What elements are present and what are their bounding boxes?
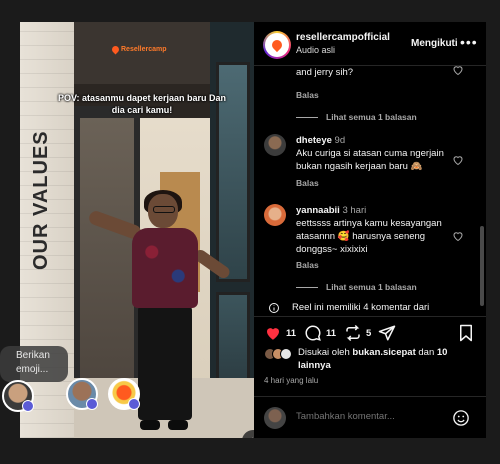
comment-text: Aku curiga si atasan cuma ngerjain bukan…: [296, 148, 444, 172]
liked-by-text: Disukai oleh bukan.sicepat dan 10 lainny…: [298, 346, 478, 372]
post-panel: resellercampofficial Audio asli Mengikut…: [254, 22, 486, 438]
view-replies-label: Lihat semua 1 balasan: [326, 282, 417, 292]
divider-line: [296, 116, 318, 118]
heart-filled-icon: [267, 328, 279, 340]
brand-flame-icon: [269, 37, 285, 53]
video-caption: POV: atasanmu dapet kerjaan baru Dan dia…: [57, 93, 227, 115]
add-comment-bar: [254, 396, 486, 438]
current-user-avatar: [264, 407, 286, 429]
repost-count: 5: [366, 327, 372, 339]
reaction-badge-icon: [22, 400, 34, 412]
reaction-badge-icon: [128, 398, 140, 410]
comment-body: dheteye 9d Aku curiga si atasan cuma nge…: [296, 134, 456, 173]
liked-by-connector: dan: [418, 347, 435, 358]
view-replies-label: Lihat semua 1 balasan: [326, 112, 417, 122]
account-avatar[interactable]: [263, 31, 291, 59]
liked-by[interactable]: Disukai oleh bukan.sicepat dan 10 lainny…: [264, 346, 480, 372]
liked-by-user[interactable]: bukan.sicepat: [352, 347, 415, 358]
comment-bubble-icon: [305, 325, 321, 341]
person-glasses: [153, 206, 175, 213]
reply-button[interactable]: Balas: [296, 178, 319, 188]
reaction-badge-icon: [86, 398, 98, 410]
comment-time: 9d: [334, 135, 346, 146]
video-logo-text: Resellercamp: [121, 46, 167, 53]
repost-button[interactable]: 5: [344, 324, 371, 342]
reply-button[interactable]: Balas: [296, 260, 319, 270]
person-shoe-right: [168, 420, 188, 430]
audio-label[interactable]: Audio asli: [296, 45, 335, 55]
emoji-picker-icon[interactable]: [452, 409, 470, 427]
like-count: 11: [286, 327, 297, 339]
comment-button[interactable]: 11: [304, 324, 336, 342]
info-icon: [269, 303, 279, 313]
post-date: 4 hari yang lalu: [264, 376, 319, 385]
commenter-avatar[interactable]: [264, 204, 286, 226]
reply-button[interactable]: Balas: [296, 90, 319, 100]
bookmark-icon: [460, 324, 472, 342]
commenter-avatar[interactable]: [264, 134, 286, 156]
view-replies-button[interactable]: Lihat semua 1 balasan: [296, 112, 417, 122]
video-logo: Resellercamp: [110, 44, 167, 55]
person-pants: [138, 306, 192, 420]
comment-username[interactable]: yannaabii: [296, 205, 340, 216]
save-button[interactable]: [458, 324, 474, 342]
divider-line: [296, 286, 318, 288]
comment-input[interactable]: [296, 411, 446, 422]
comment-username[interactable]: dheteye: [296, 135, 332, 146]
like-button[interactable]: 11: [264, 324, 296, 342]
account-name[interactable]: resellercampofficial: [296, 32, 390, 43]
flame-icon: [110, 44, 121, 55]
heart-outline-icon[interactable]: [452, 66, 464, 76]
comment-scrollbar[interactable]: [480, 226, 484, 306]
comment-text: eettssss artinya kamu kesayangan atasann…: [296, 218, 442, 255]
comment-count: 11: [326, 327, 337, 339]
speaker-muted-icon: [252, 437, 253, 438]
comment-text: and jerry sih?: [296, 67, 354, 78]
send-icon: [378, 325, 396, 341]
reel-note-text: Reel ini memiliki 4 komentar dari: [292, 302, 430, 313]
repost-icon: [346, 324, 360, 342]
door-glass: [80, 118, 134, 418]
liker-avatar: [280, 348, 292, 360]
emoji-prompt[interactable]: Berikan emoji...: [0, 346, 68, 382]
heart-outline-icon[interactable]: [452, 230, 464, 242]
action-bar: 11 11 5: [254, 316, 486, 346]
comment-list[interactable]: and jerry sih? Balas Lihat semua 1 balas…: [254, 66, 486, 316]
comment-body: yannaabii 3 hari eettssss artinya kamu k…: [296, 204, 456, 256]
more-options-icon[interactable]: •••: [460, 34, 478, 50]
post-header: resellercampofficial Audio asli Mengikut…: [254, 22, 486, 66]
view-replies-button[interactable]: Lihat semua 1 balasan: [296, 282, 417, 292]
liked-by-prefix: Disukai oleh: [298, 347, 350, 358]
person-shoe-left: [140, 420, 160, 430]
comment-time: 3 hari: [342, 205, 367, 216]
person-blouse: [132, 228, 198, 308]
wall-text: OUR VALUES: [30, 130, 52, 270]
share-button[interactable]: [378, 324, 396, 342]
heart-outline-icon[interactable]: [452, 154, 464, 166]
following-button[interactable]: Mengikuti: [411, 38, 458, 49]
